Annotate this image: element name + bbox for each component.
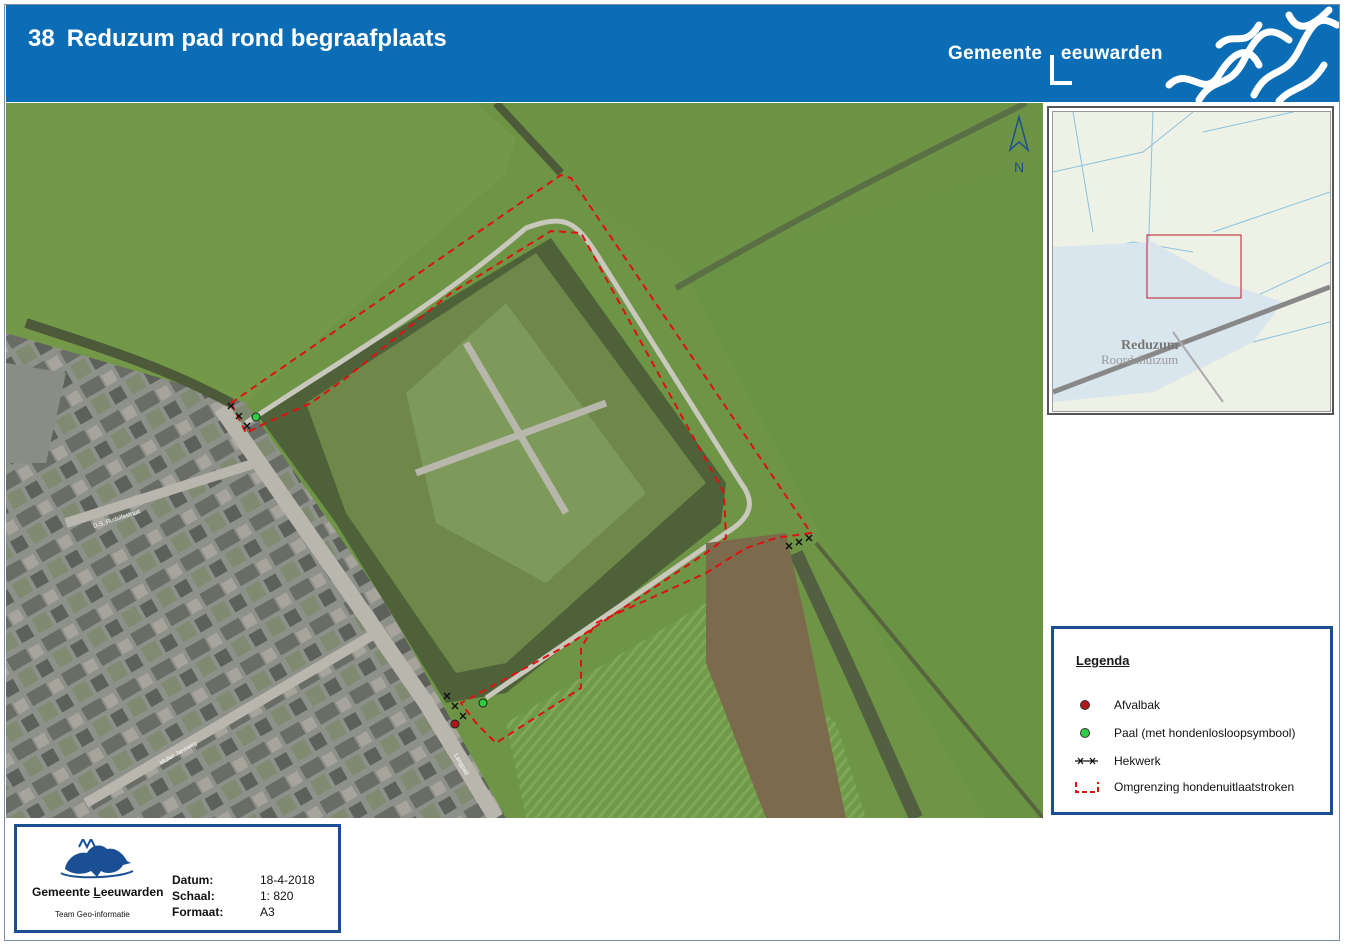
map-header: 38 Reduzum pad rond begraafplaats Gemeent… [6, 5, 1339, 102]
overview-map[interactable]: Reduzum Roordahuizum [1047, 106, 1334, 415]
map-info-box: Gemeente Leeuwarden Team Geo-informatie … [14, 824, 341, 933]
municipality-brand: Gemeente eeuwarden [948, 43, 1163, 85]
overview-place-label: Reduzum [1121, 338, 1179, 353]
legend-item-afvalbak: Afvalbak [1074, 697, 1160, 713]
lion-logo-icon [60, 839, 134, 879]
map-legend: Legenda Afvalbak Paal (met hondenlosloop… [1051, 626, 1333, 815]
meta-schaal: Schaal: 1: 820 [172, 889, 294, 903]
north-label: N [1014, 159, 1024, 175]
aerial-map[interactable]: D.S. Rudolfastraat Mulier Jansweg Langpa… [6, 103, 1043, 818]
overview-map-graphics: Reduzum Roordahuizum [1053, 112, 1330, 411]
fence-icon [1074, 753, 1114, 769]
waste-bin-icon [1074, 697, 1114, 713]
map-title: 38 Reduzum pad rond begraafplaats [28, 25, 447, 53]
overview-place-alt-label: Roordahuizum [1101, 352, 1178, 367]
footer-logo-text: Gemeente Leeuwarden [32, 885, 164, 899]
pole-icon [1074, 725, 1114, 741]
footer-logo-subtitle: Team Geo-informatie [55, 910, 130, 919]
legend-title: Legenda [1076, 653, 1130, 668]
map-number: 38 [28, 25, 55, 52]
legend-item-omgrenzing: Omgrenzing hondenuitlaatstroken [1074, 779, 1294, 795]
boundary-line-icon [1074, 779, 1114, 795]
aerial-map-graphics: D.S. Rudolfastraat Mulier Jansweg Langpa… [6, 103, 1043, 818]
legend-item-paal: Paal (met hondenlosloopsymbool) [1074, 725, 1295, 741]
brand-wave-decoration [1165, 6, 1339, 102]
overview-map-inner: Reduzum Roordahuizum [1052, 111, 1331, 412]
legend-item-hekwerk: Hekwerk [1074, 753, 1161, 769]
north-arrow-icon: N [1004, 112, 1034, 181]
meta-datum: Datum: 18-4-2018 [172, 873, 315, 887]
meta-formaat: Formaat: A3 [172, 905, 275, 919]
map-title-text: Reduzum pad rond begraafplaats [66, 25, 447, 52]
